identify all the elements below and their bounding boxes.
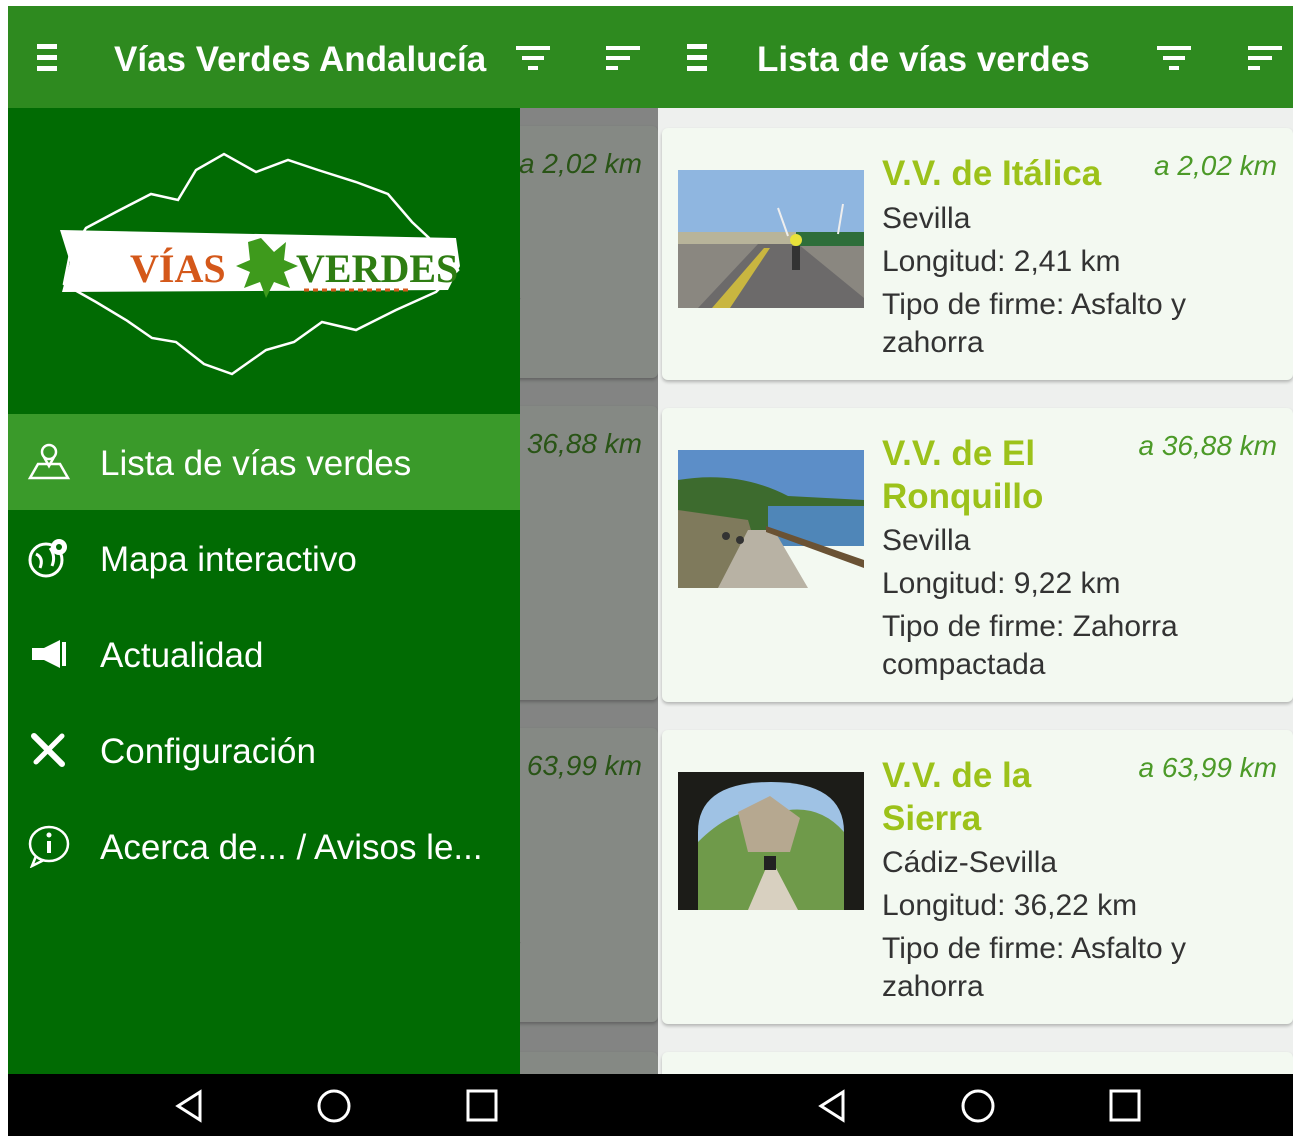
system-nav-bar: [8, 1074, 658, 1136]
info-bubble-icon: [28, 825, 70, 868]
filter-icon[interactable]: [514, 44, 560, 74]
item-province: Sevilla: [882, 202, 971, 235]
megaphone-icon: [32, 640, 66, 668]
item-length: Longitud: 36,22 km: [882, 889, 1138, 922]
sort-icon[interactable]: [602, 44, 648, 74]
screen-title: Lista de vías verdes: [757, 40, 1090, 79]
logo-text-vias: VÍAS: [130, 246, 226, 291]
drawer-item-label: Configuración: [100, 732, 316, 771]
back-icon[interactable]: [813, 1088, 853, 1124]
drawer-item-label: Mapa interactivo: [100, 540, 357, 579]
left-screen: Vías Verdes Andalucía a 2,02 km to y a 3…: [8, 6, 658, 1136]
list-item[interactable]: V.V. de la Sierra a 63,99 km Cádiz-Sevil…: [662, 730, 1293, 1024]
app-bar: Vías Verdes Andalucía: [8, 6, 658, 108]
globe-pin-icon: [28, 539, 67, 578]
recents-icon[interactable]: [1105, 1088, 1145, 1124]
drawer-item-label: Lista de vías verdes: [100, 444, 412, 483]
drawer-item-actualidad[interactable]: Actualidad: [8, 606, 520, 702]
item-surface-cont: zahorra: [882, 970, 984, 1003]
drawer-item-configuracion[interactable]: Configuración: [8, 702, 520, 798]
photo-sierra: [678, 772, 864, 910]
vias-verdes-logo: VÍAS VERDES: [60, 152, 460, 376]
item-surface-cont: compactada: [882, 648, 1046, 681]
home-icon[interactable]: [958, 1088, 998, 1124]
item-surface: Tipo de firme: Asfalto y: [882, 932, 1187, 965]
menu-icon[interactable]: [682, 38, 714, 78]
menu-icon[interactable]: [32, 38, 64, 78]
distance-label: a 2,02 km: [1154, 150, 1277, 181]
drawer-item-label: Acerca de... / Avisos le...: [100, 828, 483, 867]
item-name: V.V. de la Sierra: [882, 756, 1032, 838]
distance-label: a 36,88 km: [1138, 430, 1277, 461]
list-item[interactable]: V.V. de El Ronquillo a 36,88 km Sevilla …: [662, 408, 1293, 702]
photo-ronquillo: [678, 450, 864, 588]
app-bar: Lista de vías verdes: [658, 6, 1293, 108]
greenway-list: V.V. de Itálica a 2,02 km Sevilla Longit…: [658, 108, 1293, 1112]
logo-text-verdes: VERDES: [296, 246, 458, 291]
item-province: Sevilla: [882, 524, 971, 557]
navigation-drawer: VÍAS VERDES Lista de vías verdes Mapa in…: [8, 108, 520, 1074]
drawer-item-label: Actualidad: [100, 636, 264, 675]
drawer-item-lista[interactable]: Lista de vías verdes: [8, 414, 520, 510]
drawer-item-mapa[interactable]: Mapa interactivo: [8, 510, 520, 606]
distance-label: a 63,99 km: [1138, 752, 1277, 783]
app-title: Vías Verdes Andalucía: [114, 40, 487, 79]
home-icon[interactable]: [314, 1088, 354, 1124]
tools-icon: [31, 733, 65, 767]
recents-icon[interactable]: [462, 1088, 502, 1124]
item-surface-cont: zahorra: [882, 326, 984, 359]
list-item[interactable]: V.V. de Itálica a 2,02 km Sevilla Longit…: [662, 128, 1293, 380]
item-length: Longitud: 2,41 km: [882, 245, 1121, 278]
map-pin-icon: [27, 443, 71, 480]
drawer-item-acerca[interactable]: Acerca de... / Avisos le...: [8, 798, 520, 894]
system-nav-bar: [658, 1074, 1293, 1136]
item-province: Cádiz-Sevilla: [882, 846, 1058, 879]
item-name: V.V. de El Ronquillo: [882, 434, 1044, 516]
item-length: Longitud: 9,22 km: [882, 567, 1121, 600]
photo-italica: [678, 170, 864, 308]
item-name: V.V. de Itálica: [882, 154, 1102, 193]
back-icon[interactable]: [170, 1088, 210, 1124]
item-surface: Tipo de firme: Asfalto y: [882, 288, 1187, 321]
sort-icon[interactable]: [1244, 44, 1290, 74]
item-surface: Tipo de firme: Zahorra: [882, 610, 1178, 643]
filter-icon[interactable]: [1155, 44, 1201, 74]
right-screen: Lista de vías verdes V.V. de Itálica a 2…: [658, 6, 1293, 1136]
